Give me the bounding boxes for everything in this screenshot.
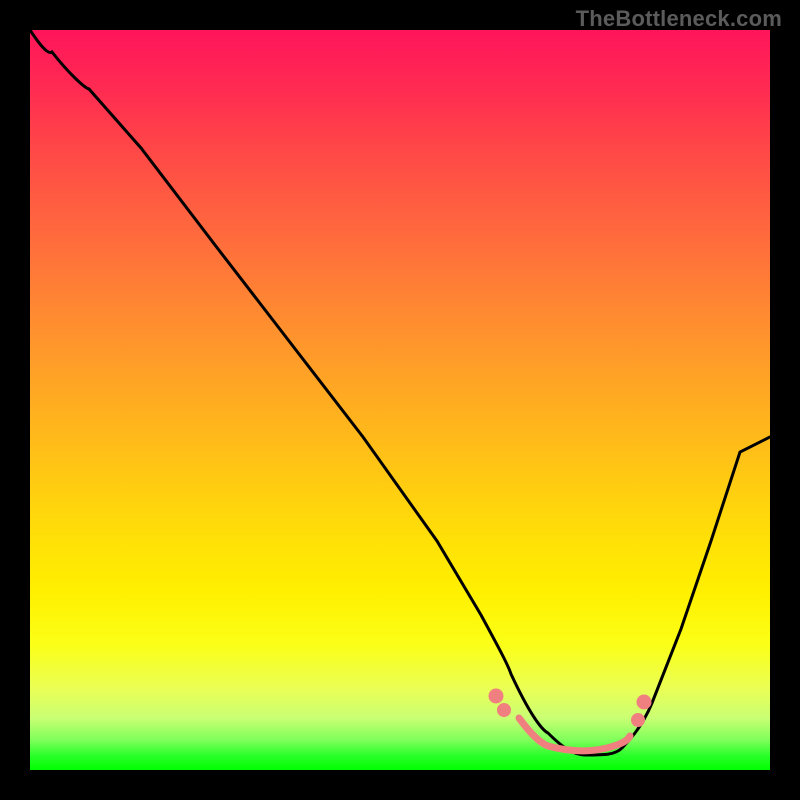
- curve-layer: [30, 30, 770, 770]
- bottleneck-curve: [30, 30, 770, 755]
- optimal-marker: [492, 692, 648, 751]
- chart-container: TheBottleneck.com: [0, 0, 800, 800]
- plot-area: [30, 30, 770, 770]
- watermark-text: TheBottleneck.com: [576, 6, 782, 32]
